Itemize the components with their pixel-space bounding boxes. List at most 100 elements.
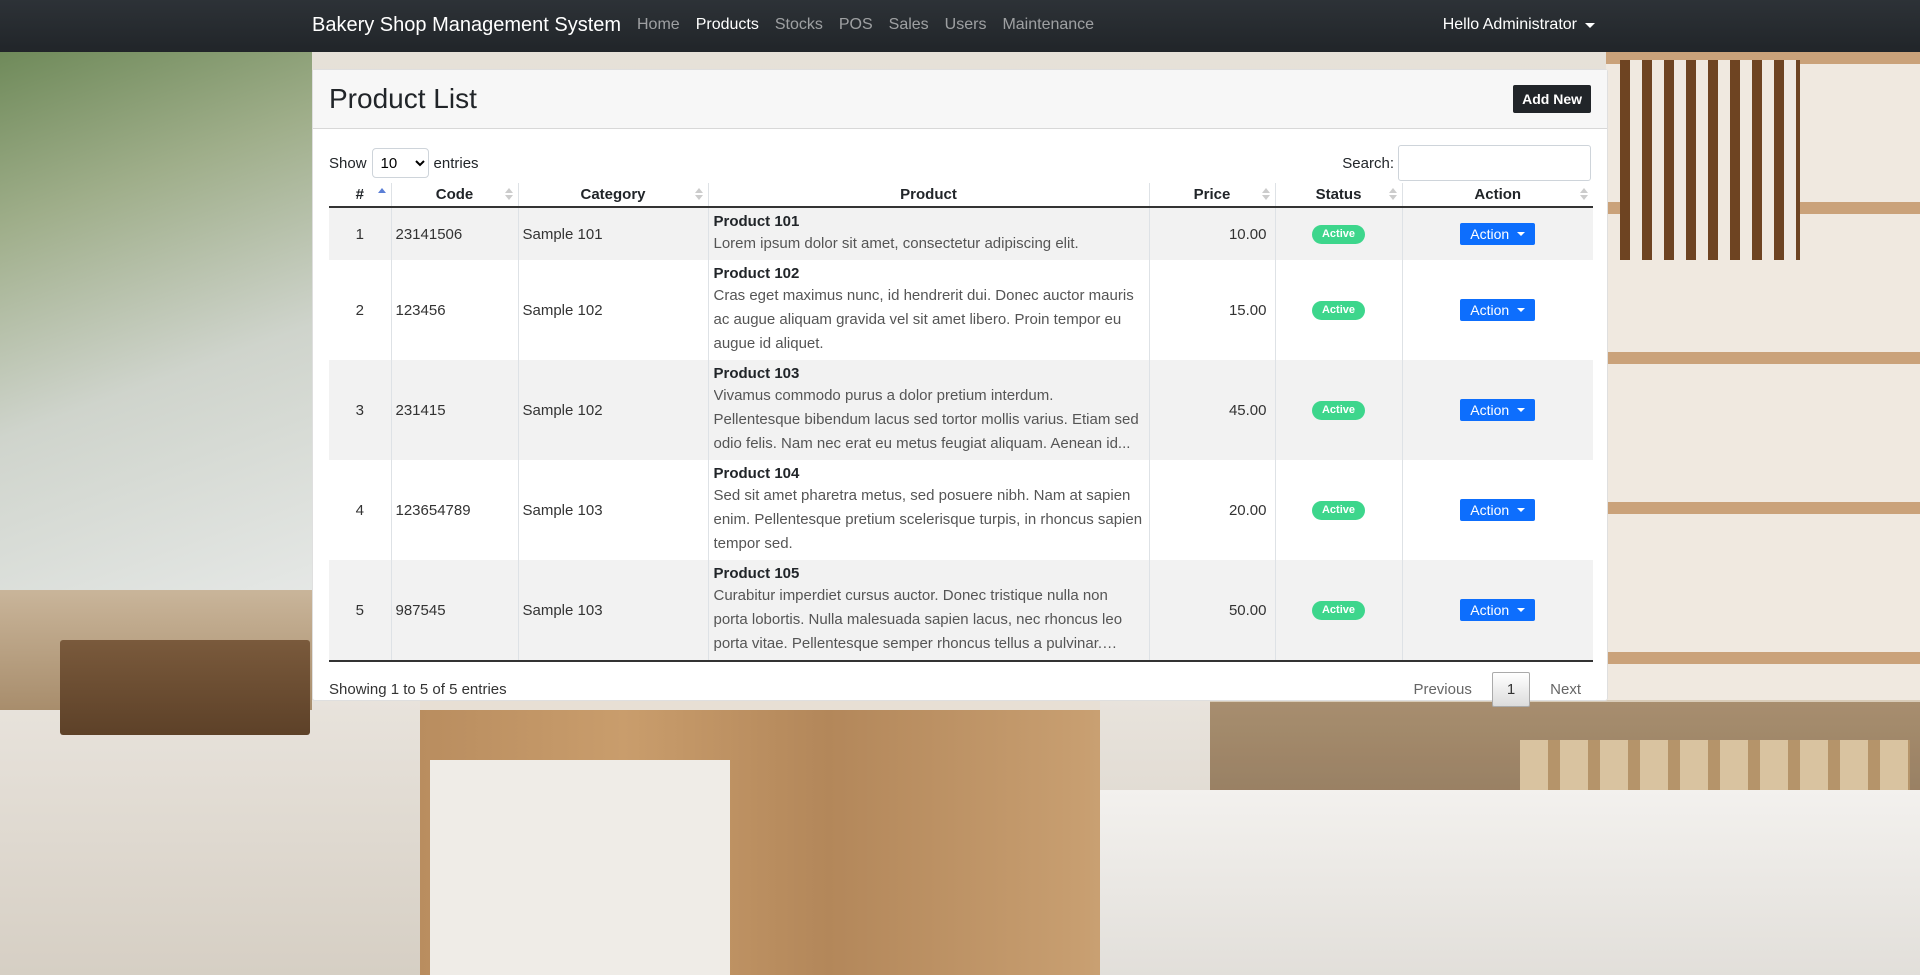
card-header: Product List Add New bbox=[313, 70, 1607, 129]
product-name: Product 103 bbox=[713, 365, 800, 382]
action-dropdown-button[interactable]: Action bbox=[1460, 223, 1536, 245]
product-category: Sample 101 bbox=[517, 207, 708, 260]
product-code: 231415 bbox=[390, 360, 518, 460]
table-toolbar: Show 10 entries Search: bbox=[329, 145, 1591, 181]
status-badge: Active bbox=[1311, 401, 1366, 420]
product-code: 987545 bbox=[390, 560, 518, 662]
status-cell: Active bbox=[1274, 207, 1402, 260]
sort-icon bbox=[694, 188, 703, 200]
product-description: Curabitur imperdiet cursus auctor. Donec… bbox=[713, 587, 1123, 652]
table-row: 4 123654789 Sample 103 Product 104 Sed s… bbox=[329, 460, 1593, 560]
search-input[interactable] bbox=[1398, 145, 1591, 181]
caret-down-icon bbox=[1585, 22, 1595, 28]
product-category: Sample 102 bbox=[517, 360, 708, 460]
entries-select[interactable]: 10 bbox=[371, 148, 429, 178]
status-cell: Active bbox=[1274, 560, 1402, 662]
sort-icon bbox=[1261, 188, 1270, 200]
nav-pos[interactable]: POS bbox=[839, 16, 873, 34]
product-name: Product 105 bbox=[713, 565, 800, 582]
table-header-row: # Code Category Product Price Status Act… bbox=[329, 183, 1593, 208]
table-row: 3 231415 Sample 102 Product 103 Vivamus … bbox=[329, 360, 1593, 460]
product-description: Vivamus commodo purus a dolor pretium in… bbox=[713, 387, 1139, 452]
table-row: 1 23141506 Sample 101 Product 101 Lorem … bbox=[329, 207, 1593, 260]
nav-home[interactable]: Home bbox=[637, 16, 680, 34]
next-page-button[interactable]: Next bbox=[1540, 673, 1591, 706]
product-description: Sed sit amet pharetra metus, sed posuere… bbox=[713, 487, 1143, 552]
nav-users[interactable]: Users bbox=[945, 16, 987, 34]
column-header-category[interactable]: Category bbox=[517, 183, 708, 208]
action-dropdown-button[interactable]: Action bbox=[1460, 399, 1536, 421]
product-name: Product 102 bbox=[713, 265, 800, 282]
row-number: 4 bbox=[355, 501, 364, 519]
status-badge: Active bbox=[1311, 601, 1366, 620]
entries-label: entries bbox=[433, 154, 479, 172]
page-1-button[interactable]: 1 bbox=[1491, 671, 1531, 707]
status-cell: Active bbox=[1274, 360, 1402, 460]
pagination: Previous 1 Next bbox=[1403, 671, 1591, 707]
column-header-action[interactable]: Action bbox=[1401, 183, 1593, 208]
user-greeting: Hello Administrator bbox=[1442, 16, 1577, 33]
product-cell: Product 103 Vivamus commodo purus a dolo… bbox=[707, 360, 1149, 460]
sort-icon bbox=[1580, 188, 1588, 200]
action-cell: Action bbox=[1401, 260, 1593, 360]
column-header-status[interactable]: Status bbox=[1274, 183, 1402, 208]
caret-down-icon bbox=[1517, 232, 1526, 236]
product-description: Cras eget maximus nunc, id hendrerit dui… bbox=[713, 287, 1134, 352]
table-row: 2 123456 Sample 102 Product 102 Cras ege… bbox=[329, 260, 1593, 360]
previous-page-button[interactable]: Previous bbox=[1403, 673, 1481, 706]
table-footer: Showing 1 to 5 of 5 entries Previous 1 N… bbox=[329, 668, 1591, 710]
search-control: Search: bbox=[1342, 145, 1591, 181]
action-cell: Action bbox=[1401, 207, 1593, 260]
status-badge: Active bbox=[1311, 301, 1366, 320]
nav-products[interactable]: Products bbox=[696, 16, 759, 34]
product-price: 10.00 bbox=[1148, 207, 1275, 260]
column-header-code[interactable]: Code bbox=[390, 183, 518, 208]
product-cell: Product 101 Lorem ipsum dolor sit amet, … bbox=[707, 207, 1149, 260]
product-category: Sample 102 bbox=[517, 260, 708, 360]
row-number: 1 bbox=[329, 207, 391, 260]
product-list-card: Product List Add New Show 10 entries Sea… bbox=[312, 69, 1608, 707]
product-price: 15.00 bbox=[1148, 260, 1275, 360]
page-title: Product List bbox=[329, 83, 477, 114]
status-badge: Active bbox=[1311, 225, 1366, 244]
brand-title[interactable]: Bakery Shop Management System bbox=[312, 14, 621, 37]
search-label: Search: bbox=[1342, 154, 1394, 172]
nav-links: Home Products Stocks POS Sales Users Mai… bbox=[637, 16, 1110, 34]
column-header-price[interactable]: Price bbox=[1148, 183, 1275, 208]
entries-info: Showing 1 to 5 of 5 entries bbox=[329, 680, 507, 698]
product-name: Product 101 bbox=[713, 213, 800, 230]
action-dropdown-button[interactable]: Action bbox=[1460, 299, 1536, 321]
caret-down-icon bbox=[1517, 308, 1526, 312]
user-menu-dropdown[interactable]: Hello Administrator bbox=[1443, 16, 1595, 34]
product-price: 20.00 bbox=[1148, 460, 1275, 560]
product-cell: Product 105 Curabitur imperdiet cursus a… bbox=[707, 560, 1149, 662]
product-name: Product 104 bbox=[713, 465, 800, 482]
status-cell: Active bbox=[1274, 260, 1402, 360]
product-table: # Code Category Product Price Status Act… bbox=[329, 183, 1593, 662]
caret-down-icon bbox=[1517, 408, 1526, 412]
caret-down-icon bbox=[1517, 508, 1526, 512]
action-cell: Action bbox=[1401, 360, 1593, 460]
nav-stocks[interactable]: Stocks bbox=[775, 16, 823, 34]
card-body: Show 10 entries Search: # Code Category … bbox=[313, 129, 1607, 726]
add-new-button[interactable]: Add New bbox=[1513, 85, 1591, 113]
product-code: 23141506 bbox=[390, 207, 518, 260]
action-cell: Action bbox=[1401, 460, 1593, 560]
status-badge: Active bbox=[1311, 501, 1366, 520]
action-dropdown-button[interactable]: Action bbox=[1460, 599, 1536, 621]
show-label: Show bbox=[329, 154, 367, 172]
product-category: Sample 103 bbox=[517, 460, 708, 560]
nav-sales[interactable]: Sales bbox=[889, 16, 929, 34]
caret-down-icon bbox=[1517, 608, 1526, 612]
nav-maintenance[interactable]: Maintenance bbox=[1002, 16, 1094, 34]
entries-length-control: Show 10 entries bbox=[329, 148, 479, 178]
action-cell: Action bbox=[1401, 560, 1593, 662]
product-price: 50.00 bbox=[1148, 560, 1275, 662]
top-navbar: Bakery Shop Management System Home Produ… bbox=[0, 0, 1920, 52]
status-cell: Active bbox=[1274, 460, 1402, 560]
row-number: 2 bbox=[355, 301, 364, 319]
column-header-number[interactable]: # bbox=[329, 183, 391, 208]
product-cell: Product 102 Cras eget maximus nunc, id h… bbox=[707, 260, 1149, 360]
product-price: 45.00 bbox=[1148, 360, 1275, 460]
action-dropdown-button[interactable]: Action bbox=[1460, 499, 1536, 521]
